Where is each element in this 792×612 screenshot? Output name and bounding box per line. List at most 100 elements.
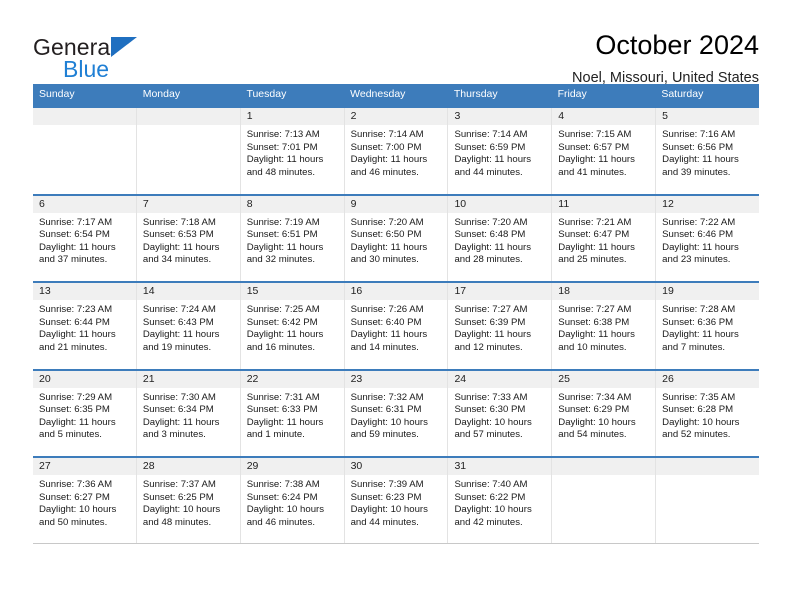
calendar-day-cell[interactable]: 24 Sunrise: 7:33 AM Sunset: 6:30 PM Dayligh… bbox=[448, 370, 553, 456]
sunrise-text: Sunrise: 7:18 AM bbox=[142, 216, 216, 228]
weekday-sunday: Sunday bbox=[39, 88, 75, 100]
day-number: 7 bbox=[136, 195, 240, 213]
sunrise-text: Sunrise: 7:26 AM bbox=[350, 304, 424, 315]
daylight-text: Daylight: 10 hours and 50 minutes. bbox=[39, 504, 117, 528]
weekday-friday: Friday bbox=[557, 88, 587, 100]
day-sun-info: Sunrise: 7:31 AM Sunset: 6:33 PM Daylight:… bbox=[241, 388, 344, 442]
calendar-day-cell[interactable]: 9 Sunrise: 7:20 AM Sunset: 6:50 PM Daylight… bbox=[344, 195, 449, 281]
sunset-text: Sunset: 6:46 PM bbox=[662, 229, 734, 241]
calendar-day-cell[interactable]: 28 Sunrise: 7:37 AM Sunset: 6:25 PM Dayligh… bbox=[136, 458, 241, 543]
calendar-day-cell[interactable]: 1 Sunrise: 7:13 AM Sunset: 7:01 PM Daylight… bbox=[240, 108, 345, 194]
weekday-thursday: Thursday bbox=[453, 88, 498, 100]
sunset-text: Sunset: 6:38 PM bbox=[558, 316, 630, 328]
day-number bbox=[33, 108, 136, 125]
daylight-text: Daylight: 11 hours and 25 minutes. bbox=[558, 241, 635, 266]
daylight-text: Daylight: 11 hours and 23 minutes. bbox=[662, 241, 739, 266]
day-sun-info: Sunrise: 7:39 AM Sunset: 6:23 PM Daylight:… bbox=[345, 475, 448, 529]
calendar-day-cell[interactable]: 20 Sunrise: 7:29 AM Sunset: 6:35 PM Dayligh… bbox=[33, 370, 137, 456]
calendar-day-cell[interactable]: 13 Sunrise: 7:23 AM Sunset: 6:44 PM Dayligh… bbox=[33, 283, 137, 369]
day-sun-info: Sunrise: 7:34 AM Sunset: 6:29 PM Daylight:… bbox=[552, 388, 655, 442]
calendar-day-cell[interactable]: 31 Sunrise: 7:40 AM Sunset: 6:22 PM Dayligh… bbox=[448, 458, 553, 543]
calendar-day-cell[interactable]: 21 Sunrise: 7:30 AM Sunset: 6:34 PM Dayligh… bbox=[136, 370, 241, 456]
sunrise-text: Sunrise: 7:19 AM bbox=[246, 216, 320, 228]
sunrise-text: Sunrise: 7:24 AM bbox=[142, 304, 216, 315]
day-sun-info: Sunrise: 7:30 AM Sunset: 6:34 PM Daylight:… bbox=[137, 388, 240, 442]
calendar-day-cell[interactable]: 17 Sunrise: 7:27 AM Sunset: 6:39 PM Dayligh… bbox=[448, 283, 553, 369]
day-number: 25 bbox=[552, 370, 656, 388]
day-sun-info: Sunrise: 7:28 AM Sunset: 6:36 PM Daylight:… bbox=[656, 300, 759, 354]
calendar-day-cell[interactable]: 7 Sunrise: 7:18 AM Sunset: 6:53 PM Daylight… bbox=[136, 195, 241, 281]
daylight-text: Daylight: 11 hours and 5 minutes. bbox=[39, 416, 116, 441]
daylight-text: Daylight: 11 hours and 1 minute. bbox=[246, 416, 324, 441]
day-sun-info: Sunrise: 7:16 AM Sunset: 6:56 PM Daylight:… bbox=[656, 125, 759, 179]
calendar-day-cell[interactable]: 3 Sunrise: 7:14 AM Sunset: 6:59 PM Daylight… bbox=[448, 108, 553, 194]
calendar-day-cell[interactable]: 5 Sunrise: 7:16 AM Sunset: 6:56 PM Daylight… bbox=[656, 108, 760, 194]
daylight-text: Daylight: 11 hours and 3 minutes. bbox=[142, 416, 220, 441]
calendar-day-cell[interactable]: 14 Sunrise: 7:24 AM Sunset: 6:43 PM Dayligh… bbox=[136, 283, 241, 369]
calendar-day-cell[interactable]: 8 Sunrise: 7:19 AM Sunset: 6:51 PM Daylight… bbox=[240, 195, 345, 281]
daylight-text: Daylight: 10 hours and 52 minutes. bbox=[662, 416, 740, 441]
day-number: 1 bbox=[240, 108, 344, 125]
calendar-page: General Blue October 2024 Noel, Missouri… bbox=[0, 0, 792, 612]
calendar-day-cell[interactable]: 16 Sunrise: 7:26 AM Sunset: 6:40 PM Dayligh… bbox=[344, 283, 449, 369]
sunrise-text: Sunrise: 7:34 AM bbox=[558, 391, 632, 403]
daylight-text: Daylight: 11 hours and 14 minutes. bbox=[350, 329, 428, 353]
calendar-day-cell-empty bbox=[33, 108, 137, 194]
calendar-day-cell[interactable]: 18 Sunrise: 7:27 AM Sunset: 6:38 PM Dayligh… bbox=[552, 283, 657, 369]
weekday-monday: Monday bbox=[142, 88, 181, 100]
calendar-day-cell[interactable]: 29 Sunrise: 7:38 AM Sunset: 6:24 PM Dayligh… bbox=[240, 458, 345, 543]
day-number: 10 bbox=[448, 195, 552, 213]
calendar-day-cell[interactable]: 22 Sunrise: 7:31 AM Sunset: 6:33 PM Dayligh… bbox=[240, 370, 345, 456]
day-number: 16 bbox=[344, 283, 448, 300]
day-number: 19 bbox=[656, 283, 760, 300]
day-number: 24 bbox=[448, 370, 552, 388]
calendar-day-cell[interactable]: 15 Sunrise: 7:25 AM Sunset: 6:42 PM Dayligh… bbox=[240, 283, 345, 369]
calendar-day-cell[interactable]: 27 Sunrise: 7:36 AM Sunset: 6:27 PM Dayligh… bbox=[33, 458, 137, 543]
sunrise-text: Sunrise: 7:32 AM bbox=[350, 391, 424, 403]
sunset-text: Sunset: 6:53 PM bbox=[142, 229, 214, 241]
calendar-day-cell[interactable]: 26 Sunrise: 7:35 AM Sunset: 6:28 PM Dayligh… bbox=[656, 370, 760, 456]
calendar-day-cell[interactable]: 2 Sunrise: 7:14 AM Sunset: 7:00 PM Daylight… bbox=[344, 108, 449, 194]
sunset-text: Sunset: 7:00 PM bbox=[350, 141, 422, 153]
day-number: 5 bbox=[656, 108, 760, 125]
calendar-day-cell[interactable]: 11 Sunrise: 7:21 AM Sunset: 6:47 PM Dayligh… bbox=[552, 195, 657, 281]
daylight-text: Daylight: 11 hours and 12 minutes. bbox=[454, 329, 532, 353]
daylight-text: Daylight: 10 hours and 42 minutes. bbox=[454, 504, 532, 528]
weekday-tuesday: Tuesday bbox=[246, 88, 287, 100]
daylight-text: Daylight: 10 hours and 59 minutes. bbox=[350, 416, 428, 441]
day-number: 21 bbox=[136, 370, 240, 388]
daylight-text: Daylight: 10 hours and 57 minutes. bbox=[454, 416, 532, 441]
calendar-day-cell[interactable]: 6 Sunrise: 7:17 AM Sunset: 6:54 PM Daylight… bbox=[33, 195, 137, 281]
calendar-week-row: 27 Sunrise: 7:36 AM Sunset: 6:27 PM Dayligh… bbox=[33, 456, 760, 544]
day-number bbox=[552, 458, 656, 475]
calendar-day-cell[interactable]: 25 Sunrise: 7:34 AM Sunset: 6:29 PM Dayligh… bbox=[552, 370, 657, 456]
daylight-text: Daylight: 11 hours and 28 minutes. bbox=[454, 241, 532, 266]
calendar-day-cell[interactable]: 10 Sunrise: 7:20 AM Sunset: 6:48 PM Dayligh… bbox=[448, 195, 553, 281]
calendar-day-cell-empty bbox=[656, 458, 760, 543]
calendar-day-cell[interactable]: 23 Sunrise: 7:32 AM Sunset: 6:31 PM Dayligh… bbox=[344, 370, 449, 456]
daylight-text: Daylight: 11 hours and 7 minutes. bbox=[662, 329, 739, 353]
daylight-text: Daylight: 11 hours and 46 minutes. bbox=[350, 154, 428, 178]
calendar-day-cell[interactable]: 12 Sunrise: 7:22 AM Sunset: 6:46 PM Dayligh… bbox=[656, 195, 760, 281]
page-header: General Blue October 2024 Noel, Missouri… bbox=[33, 0, 759, 86]
sunset-text: Sunset: 6:39 PM bbox=[454, 316, 526, 328]
sunset-text: Sunset: 6:35 PM bbox=[39, 404, 110, 416]
sunset-text: Sunset: 6:28 PM bbox=[662, 404, 734, 416]
sunset-text: Sunset: 6:33 PM bbox=[246, 404, 318, 416]
daylight-text: Daylight: 10 hours and 54 minutes. bbox=[558, 416, 636, 441]
day-sun-info: Sunrise: 7:13 AM Sunset: 7:01 PM Daylight:… bbox=[241, 125, 344, 179]
general-blue-logo[interactable]: General Blue bbox=[33, 28, 153, 81]
calendar-week-row: 1 Sunrise: 7:13 AM Sunset: 7:01 PM Daylight… bbox=[33, 106, 760, 194]
day-number: 3 bbox=[448, 108, 552, 125]
calendar-day-cell[interactable]: 19 Sunrise: 7:28 AM Sunset: 6:36 PM Dayligh… bbox=[656, 283, 760, 369]
day-sun-info: Sunrise: 7:26 AM Sunset: 6:40 PM Daylight:… bbox=[345, 300, 448, 354]
sunset-text: Sunset: 6:42 PM bbox=[246, 316, 318, 328]
sunset-text: Sunset: 6:36 PM bbox=[662, 316, 734, 328]
day-sun-info: Sunrise: 7:38 AM Sunset: 6:24 PM Daylight:… bbox=[241, 475, 344, 529]
calendar-day-cell[interactable]: 4 Sunrise: 7:15 AM Sunset: 6:57 PM Daylight… bbox=[552, 108, 657, 194]
calendar-week-row: 20 Sunrise: 7:29 AM Sunset: 6:35 PM Dayligh… bbox=[33, 368, 760, 456]
calendar-day-cell[interactable]: 30 Sunrise: 7:39 AM Sunset: 6:23 PM Dayligh… bbox=[344, 458, 449, 543]
day-number: 30 bbox=[344, 458, 448, 475]
day-number bbox=[136, 108, 240, 125]
sunrise-text: Sunrise: 7:31 AM bbox=[246, 391, 320, 403]
